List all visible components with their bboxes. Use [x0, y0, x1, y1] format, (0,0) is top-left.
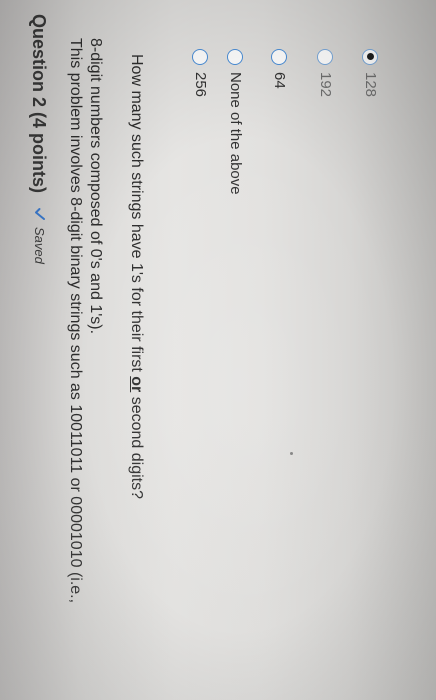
radio-button[interactable] — [271, 49, 288, 65]
answer-option-none-of-the-above[interactable]: None of the above — [227, 49, 244, 195]
question-header: Question 2 (4 points) Saved — [28, 14, 49, 264]
answer-option-label: 192 — [317, 72, 334, 98]
answer-option-64[interactable]: 64 — [271, 49, 288, 89]
question-ask-after: second digits? — [128, 392, 145, 500]
saved-status: Saved — [33, 207, 48, 264]
question-ask-emphasis: or — [128, 376, 145, 393]
radio-button[interactable] — [192, 49, 209, 65]
answer-option-256[interactable]: 256 — [192, 49, 209, 97]
checkmark-icon — [35, 208, 45, 221]
question-title: Question 2 (4 points) — [29, 14, 49, 194]
quiz-page: Question 2 (4 points) Saved This problem… — [0, 0, 436, 700]
answer-option-128[interactable]: 128 — [362, 49, 379, 97]
saved-label: Saved — [32, 227, 48, 264]
radio-button-selected[interactable] — [362, 49, 379, 65]
answer-option-label: 128 — [362, 72, 379, 98]
answer-option-192[interactable]: 192 — [317, 49, 334, 97]
radio-button[interactable] — [317, 49, 334, 65]
question-ask-before: How many such strings have 1's for their… — [128, 54, 145, 377]
answer-option-label: 256 — [192, 72, 209, 98]
radio-button[interactable] — [227, 49, 244, 65]
question-prompt-line-1: This problem involves 8-digit binary str… — [67, 38, 84, 604]
screen-speck — [290, 452, 293, 455]
question-ask: How many such strings have 1's for their… — [127, 54, 145, 499]
answer-option-label: 64 — [271, 72, 288, 89]
answer-option-label: None of the above — [227, 72, 244, 195]
question-prompt-line-2: 8-digit numbers composed of 0's and 1's)… — [87, 38, 104, 335]
